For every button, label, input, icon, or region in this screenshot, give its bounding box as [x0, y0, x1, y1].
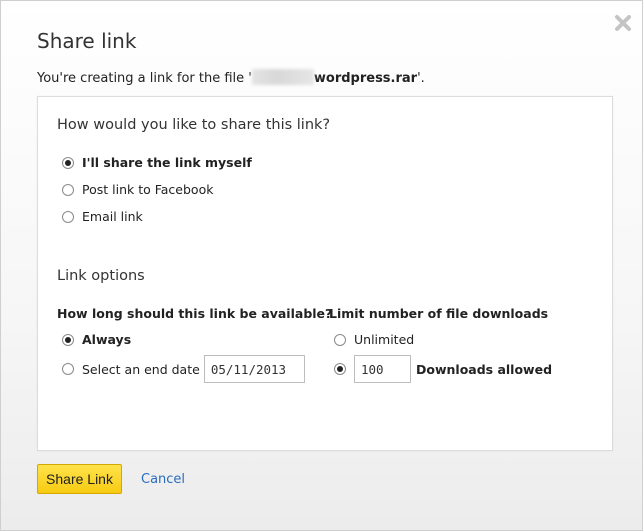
share-method-heading: How would you like to share this link? — [57, 117, 331, 133]
share-link-dialog: Share link You're creating a link for th… — [0, 0, 643, 531]
share-option-label: I'll share the link myself — [82, 155, 252, 170]
availability-label: How long should this link be available? — [57, 306, 333, 321]
end-date-label: Select an end date — [82, 361, 200, 377]
downloads-limit[interactable]: Downloads allowed — [334, 355, 552, 383]
radio-email[interactable] — [62, 210, 74, 223]
radio-end-date[interactable] — [62, 363, 74, 375]
radio-always[interactable] — [62, 333, 74, 346]
subtitle-end: '. — [417, 71, 425, 86]
radio-limit[interactable] — [334, 363, 346, 375]
share-option-label: Email link — [82, 209, 143, 224]
dialog-title: Share link — [37, 29, 137, 53]
unlimited-label: Unlimited — [354, 332, 415, 347]
always-label: Always — [82, 332, 132, 347]
redacted-filename — [251, 69, 314, 85]
subtitle-prefix: You're creating a link for the file ' — [37, 71, 252, 86]
availability-end-date[interactable]: Select an end date — [62, 355, 305, 383]
share-option-label: Post link to Facebook — [82, 182, 214, 197]
downloads-label: Limit number of file downloads — [329, 306, 549, 321]
radio-share-myself[interactable] — [62, 156, 74, 169]
share-link-button[interactable]: Share Link — [37, 464, 122, 494]
downloads-unlimited[interactable]: Unlimited — [334, 332, 414, 347]
downloads-limit-input[interactable] — [354, 355, 411, 383]
share-option-myself[interactable]: I'll share the link myself — [62, 155, 252, 170]
options-panel: How would you like to share this link? I… — [37, 96, 613, 451]
share-option-email[interactable]: Email link — [62, 209, 143, 224]
radio-unlimited[interactable] — [334, 333, 346, 346]
close-icon[interactable] — [613, 13, 633, 33]
downloads-suffix: Downloads allowed — [416, 361, 553, 377]
availability-always[interactable]: Always — [62, 332, 131, 347]
dialog-subtitle: You're creating a link for the file ' wor… — [37, 69, 425, 86]
cancel-link[interactable]: Cancel — [141, 472, 185, 487]
radio-facebook[interactable] — [62, 183, 74, 196]
end-date-input[interactable] — [203, 355, 305, 383]
link-options-heading: Link options — [57, 268, 145, 284]
file-name: wordpress.rar — [313, 71, 418, 86]
share-option-facebook[interactable]: Post link to Facebook — [62, 182, 213, 197]
